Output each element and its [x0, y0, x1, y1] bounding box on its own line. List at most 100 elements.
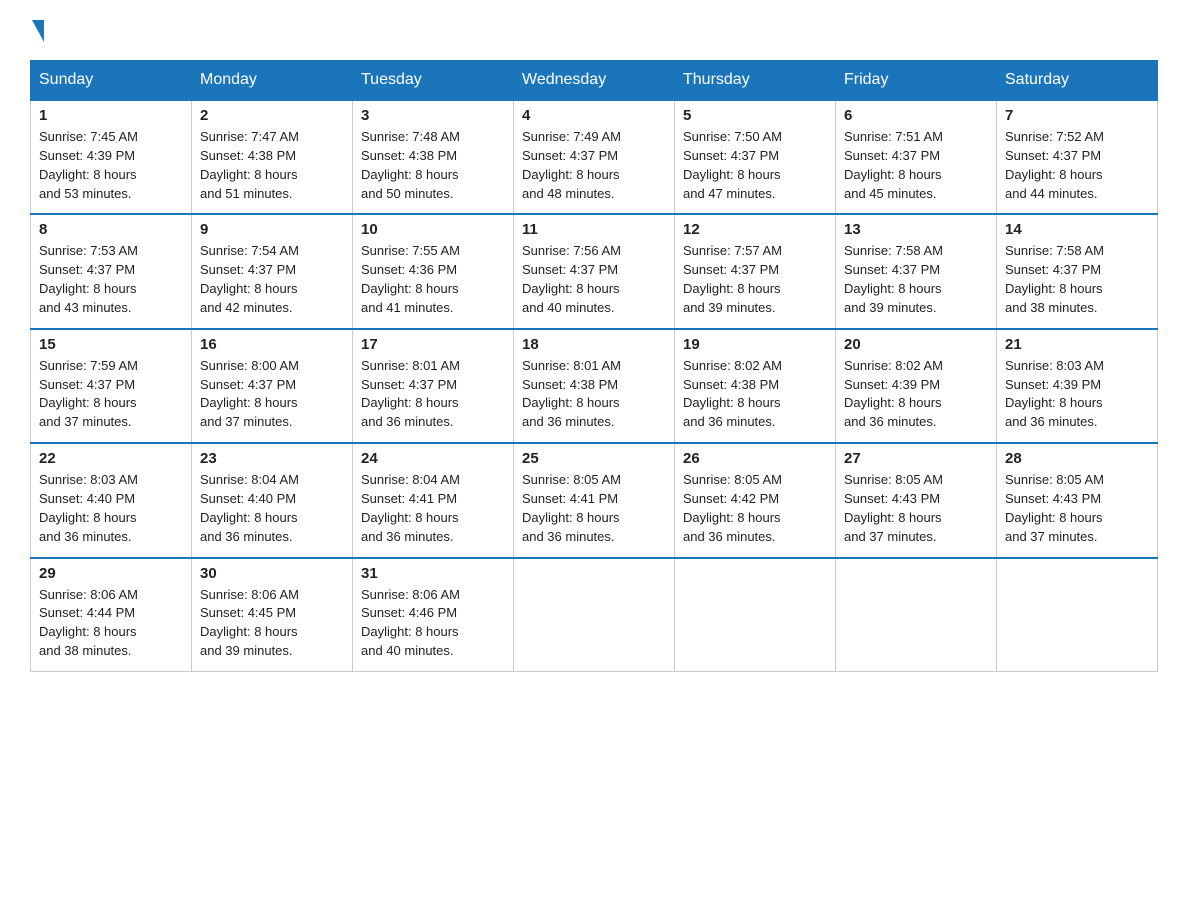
- sunset-info: Sunset: 4:36 PM: [361, 261, 505, 280]
- daylight-minutes: and 41 minutes.: [361, 299, 505, 318]
- sunrise-info: Sunrise: 7:49 AM: [522, 128, 666, 147]
- calendar-cell: 30 Sunrise: 8:06 AM Sunset: 4:45 PM Dayl…: [192, 558, 353, 672]
- calendar-cell: 24 Sunrise: 8:04 AM Sunset: 4:41 PM Dayl…: [353, 443, 514, 557]
- calendar-cell: 18 Sunrise: 8:01 AM Sunset: 4:38 PM Dayl…: [514, 329, 675, 443]
- col-header-wednesday: Wednesday: [514, 61, 675, 101]
- day-number: 8: [39, 221, 183, 238]
- sunset-info: Sunset: 4:43 PM: [844, 490, 988, 509]
- sunset-info: Sunset: 4:38 PM: [683, 376, 827, 395]
- day-number: 20: [844, 336, 988, 353]
- daylight-minutes: and 36 minutes.: [522, 413, 666, 432]
- sunrise-info: Sunrise: 7:59 AM: [39, 357, 183, 376]
- sunrise-info: Sunrise: 8:05 AM: [844, 471, 988, 490]
- calendar-cell: 1 Sunrise: 7:45 AM Sunset: 4:39 PM Dayli…: [31, 100, 192, 214]
- day-number: 21: [1005, 336, 1149, 353]
- calendar-cell: 10 Sunrise: 7:55 AM Sunset: 4:36 PM Dayl…: [353, 214, 514, 328]
- day-number: 11: [522, 221, 666, 238]
- sunrise-info: Sunrise: 8:03 AM: [1005, 357, 1149, 376]
- sunset-info: Sunset: 4:43 PM: [1005, 490, 1149, 509]
- sunset-info: Sunset: 4:42 PM: [683, 490, 827, 509]
- day-number: 16: [200, 336, 344, 353]
- daylight-info: Daylight: 8 hours: [522, 166, 666, 185]
- day-number: 9: [200, 221, 344, 238]
- calendar-cell: 23 Sunrise: 8:04 AM Sunset: 4:40 PM Dayl…: [192, 443, 353, 557]
- sunrise-info: Sunrise: 7:48 AM: [361, 128, 505, 147]
- calendar-cell: 21 Sunrise: 8:03 AM Sunset: 4:39 PM Dayl…: [997, 329, 1158, 443]
- daylight-minutes: and 51 minutes.: [200, 185, 344, 204]
- daylight-minutes: and 36 minutes.: [844, 413, 988, 432]
- calendar-week-row: 29 Sunrise: 8:06 AM Sunset: 4:44 PM Dayl…: [31, 558, 1158, 672]
- calendar-cell: 19 Sunrise: 8:02 AM Sunset: 4:38 PM Dayl…: [675, 329, 836, 443]
- daylight-info: Daylight: 8 hours: [522, 394, 666, 413]
- daylight-info: Daylight: 8 hours: [1005, 394, 1149, 413]
- daylight-info: Daylight: 8 hours: [200, 394, 344, 413]
- sunrise-info: Sunrise: 7:51 AM: [844, 128, 988, 147]
- sunrise-info: Sunrise: 8:05 AM: [683, 471, 827, 490]
- sunrise-info: Sunrise: 8:02 AM: [683, 357, 827, 376]
- sunrise-info: Sunrise: 7:56 AM: [522, 242, 666, 261]
- sunrise-info: Sunrise: 8:04 AM: [361, 471, 505, 490]
- sunrise-info: Sunrise: 8:02 AM: [844, 357, 988, 376]
- daylight-minutes: and 37 minutes.: [200, 413, 344, 432]
- calendar-cell: 16 Sunrise: 8:00 AM Sunset: 4:37 PM Dayl…: [192, 329, 353, 443]
- day-number: 5: [683, 107, 827, 124]
- sunset-info: Sunset: 4:37 PM: [39, 376, 183, 395]
- daylight-minutes: and 39 minutes.: [844, 299, 988, 318]
- calendar-cell: 15 Sunrise: 7:59 AM Sunset: 4:37 PM Dayl…: [31, 329, 192, 443]
- sunrise-info: Sunrise: 8:01 AM: [361, 357, 505, 376]
- daylight-minutes: and 44 minutes.: [1005, 185, 1149, 204]
- sunset-info: Sunset: 4:37 PM: [683, 147, 827, 166]
- logo-arrow-icon: [32, 20, 44, 42]
- calendar-cell: 26 Sunrise: 8:05 AM Sunset: 4:42 PM Dayl…: [675, 443, 836, 557]
- daylight-minutes: and 36 minutes.: [361, 528, 505, 547]
- sunrise-info: Sunrise: 8:06 AM: [361, 586, 505, 605]
- sunset-info: Sunset: 4:39 PM: [39, 147, 183, 166]
- sunrise-info: Sunrise: 7:45 AM: [39, 128, 183, 147]
- daylight-minutes: and 37 minutes.: [844, 528, 988, 547]
- day-number: 12: [683, 221, 827, 238]
- sunset-info: Sunset: 4:40 PM: [200, 490, 344, 509]
- sunset-info: Sunset: 4:40 PM: [39, 490, 183, 509]
- sunrise-info: Sunrise: 7:50 AM: [683, 128, 827, 147]
- day-number: 29: [39, 565, 183, 582]
- calendar-header-row: SundayMondayTuesdayWednesdayThursdayFrid…: [31, 61, 1158, 101]
- sunrise-info: Sunrise: 8:04 AM: [200, 471, 344, 490]
- day-number: 6: [844, 107, 988, 124]
- sunrise-info: Sunrise: 8:03 AM: [39, 471, 183, 490]
- sunset-info: Sunset: 4:37 PM: [522, 261, 666, 280]
- daylight-info: Daylight: 8 hours: [200, 623, 344, 642]
- daylight-minutes: and 38 minutes.: [39, 642, 183, 661]
- daylight-minutes: and 36 minutes.: [683, 528, 827, 547]
- sunrise-info: Sunrise: 7:55 AM: [361, 242, 505, 261]
- daylight-minutes: and 38 minutes.: [1005, 299, 1149, 318]
- calendar-cell: 17 Sunrise: 8:01 AM Sunset: 4:37 PM Dayl…: [353, 329, 514, 443]
- col-header-sunday: Sunday: [31, 61, 192, 101]
- daylight-minutes: and 53 minutes.: [39, 185, 183, 204]
- daylight-info: Daylight: 8 hours: [200, 166, 344, 185]
- sunrise-info: Sunrise: 7:53 AM: [39, 242, 183, 261]
- daylight-info: Daylight: 8 hours: [1005, 280, 1149, 299]
- calendar-cell: 9 Sunrise: 7:54 AM Sunset: 4:37 PM Dayli…: [192, 214, 353, 328]
- calendar-week-row: 1 Sunrise: 7:45 AM Sunset: 4:39 PM Dayli…: [31, 100, 1158, 214]
- calendar-cell: 29 Sunrise: 8:06 AM Sunset: 4:44 PM Dayl…: [31, 558, 192, 672]
- daylight-minutes: and 39 minutes.: [200, 642, 344, 661]
- sunrise-info: Sunrise: 8:05 AM: [1005, 471, 1149, 490]
- daylight-info: Daylight: 8 hours: [683, 394, 827, 413]
- daylight-minutes: and 36 minutes.: [1005, 413, 1149, 432]
- sunrise-info: Sunrise: 8:05 AM: [522, 471, 666, 490]
- sunset-info: Sunset: 4:38 PM: [200, 147, 344, 166]
- day-number: 27: [844, 450, 988, 467]
- daylight-info: Daylight: 8 hours: [1005, 166, 1149, 185]
- col-header-friday: Friday: [836, 61, 997, 101]
- calendar-cell: [997, 558, 1158, 672]
- daylight-info: Daylight: 8 hours: [683, 166, 827, 185]
- calendar-table: SundayMondayTuesdayWednesdayThursdayFrid…: [30, 60, 1158, 672]
- daylight-info: Daylight: 8 hours: [844, 394, 988, 413]
- calendar-cell: [675, 558, 836, 672]
- day-number: 17: [361, 336, 505, 353]
- daylight-info: Daylight: 8 hours: [522, 280, 666, 299]
- calendar-cell: 6 Sunrise: 7:51 AM Sunset: 4:37 PM Dayli…: [836, 100, 997, 214]
- daylight-minutes: and 36 minutes.: [39, 528, 183, 547]
- calendar-cell: 20 Sunrise: 8:02 AM Sunset: 4:39 PM Dayl…: [836, 329, 997, 443]
- day-number: 1: [39, 107, 183, 124]
